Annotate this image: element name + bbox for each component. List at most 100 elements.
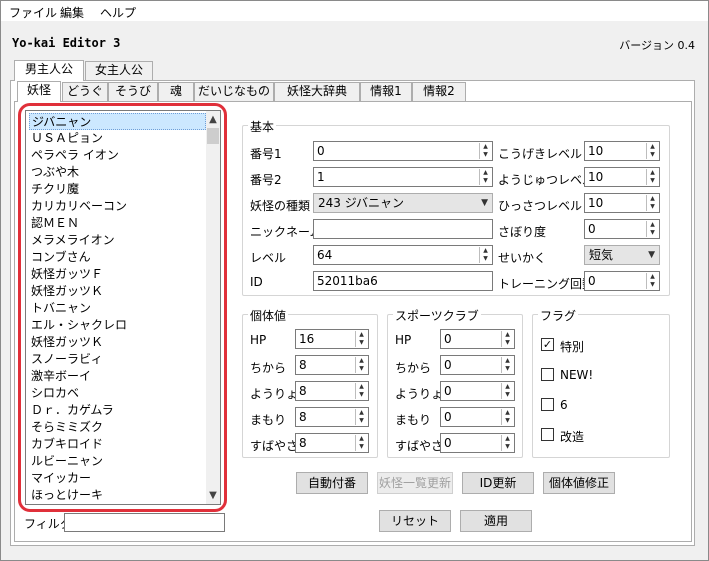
menu-help[interactable]: ヘルプ xyxy=(100,4,136,21)
list-item[interactable]: ほっとけーキ xyxy=(29,487,206,504)
training-stepper[interactable]: 0 ▲ ▼ xyxy=(584,271,660,291)
list-item[interactable]: シロカベ xyxy=(29,385,206,402)
list-item[interactable]: 妖怪ガッツＫ xyxy=(29,283,206,300)
list-item[interactable]: そらミミズク xyxy=(29,419,206,436)
kind-select[interactable]: 243 ジバニャン ▼ xyxy=(313,193,493,213)
tab-items[interactable]: どうぐ xyxy=(62,82,108,101)
sports-str-label: ちから xyxy=(395,361,432,375)
flag-special-checkbox[interactable]: ✓ xyxy=(541,338,554,351)
list-item[interactable]: ジバニャン xyxy=(29,113,206,130)
flag-new-checkbox[interactable] xyxy=(541,368,554,381)
attack-level-stepper[interactable]: 10 ▲ ▼ xyxy=(584,141,660,161)
update-yokai-list-button[interactable]: 妖怪一覧更新 xyxy=(377,472,453,494)
tab-equipment[interactable]: そうび xyxy=(108,82,158,101)
tab-info1[interactable]: 情報1 xyxy=(360,82,412,101)
special-level-stepper[interactable]: 10 ▲ ▼ xyxy=(584,193,660,213)
list-item[interactable]: カブキロイド xyxy=(29,436,206,453)
chevron-down-icon: ▼ xyxy=(648,250,655,260)
list-item[interactable]: 激辛ボーイ xyxy=(29,368,206,385)
spin-icon[interactable]: ▲ ▼ xyxy=(646,273,658,289)
no2-label: 番号2 xyxy=(250,173,282,187)
spin-icon[interactable]: ▲ ▼ xyxy=(479,169,491,185)
sports-hp-label: HP xyxy=(395,333,412,347)
spin-icon[interactable]: ▲ ▼ xyxy=(646,169,658,185)
loaf-stepper[interactable]: 0 ▲ ▼ xyxy=(584,219,660,239)
spin-icon[interactable]: ▲ ▼ xyxy=(479,143,491,159)
no2-stepper[interactable]: 1 ▲ ▼ xyxy=(313,167,493,187)
magic-level-stepper[interactable]: 10 ▲ ▼ xyxy=(584,167,660,187)
level-stepper[interactable]: 64 ▲ ▼ xyxy=(313,245,493,265)
apply-button[interactable]: 適用 xyxy=(460,510,532,532)
list-item[interactable]: 認ＭＥＮ xyxy=(29,215,206,232)
list-item[interactable]: チクリ魔 xyxy=(29,181,206,198)
list-item[interactable]: 妖怪ガッツＫ xyxy=(29,334,206,351)
reset-button[interactable]: リセット xyxy=(379,510,451,532)
spin-icon[interactable]: ▲ ▼ xyxy=(355,409,367,425)
list-item[interactable]: コンブさん xyxy=(29,249,206,266)
scroll-thumb[interactable] xyxy=(207,128,219,144)
menu-edit[interactable]: 編集 xyxy=(60,4,84,21)
spin-icon[interactable]: ▲ ▼ xyxy=(479,247,491,263)
list-item[interactable]: メラメライオン xyxy=(29,232,206,249)
spin-icon[interactable]: ▲ ▼ xyxy=(646,195,658,211)
update-id-button[interactable]: ID更新 xyxy=(462,472,534,494)
version-label: バージョン 0.4 xyxy=(619,39,695,52)
spin-icon[interactable]: ▲ ▼ xyxy=(646,221,658,237)
tab-info2[interactable]: 情報2 xyxy=(412,82,466,101)
nickname-input[interactable] xyxy=(313,219,493,239)
spin-icon[interactable]: ▲ ▼ xyxy=(355,383,367,399)
sports-spr-stepper[interactable]: 0 ▲ ▼ xyxy=(440,381,515,401)
list-item[interactable]: ルビーニャン xyxy=(29,453,206,470)
spin-icon[interactable]: ▲ ▼ xyxy=(501,435,513,451)
tab-male-hero[interactable]: 男主人公 xyxy=(14,60,84,81)
spin-icon[interactable]: ▲ ▼ xyxy=(355,331,367,347)
list-item[interactable]: マイッカー xyxy=(29,470,206,487)
id-input[interactable]: 52011ba6 xyxy=(313,271,493,291)
list-item[interactable]: カリカリベーコン xyxy=(29,198,206,215)
list-item[interactable]: ペラペラ イオン xyxy=(29,147,206,164)
iv-def-stepper[interactable]: 8 ▲ ▼ xyxy=(295,407,369,427)
list-item[interactable]: スノーラビィ xyxy=(29,351,206,368)
flag-6-checkbox[interactable] xyxy=(541,398,554,411)
list-item[interactable]: ＵＳＡピョン xyxy=(29,130,206,147)
iv-hp-stepper[interactable]: 16 ▲ ▼ xyxy=(295,329,369,349)
sports-str-stepper[interactable]: 0 ▲ ▼ xyxy=(440,355,515,375)
tab-key-items[interactable]: だいじなもの xyxy=(194,82,274,101)
nature-select[interactable]: 短気 ▼ xyxy=(584,245,660,265)
level-label: レベル xyxy=(250,251,287,265)
list-scrollbar[interactable]: ▲ ▼ xyxy=(206,111,220,504)
iv-str-stepper[interactable]: 8 ▲ ▼ xyxy=(295,355,369,375)
list-item[interactable]: エル・シャクレロ xyxy=(29,317,206,334)
spin-icon[interactable]: ▲ ▼ xyxy=(501,409,513,425)
scroll-down-icon[interactable]: ▼ xyxy=(206,487,220,504)
iv-spr-stepper[interactable]: 8 ▲ ▼ xyxy=(295,381,369,401)
tab-soul[interactable]: 魂 xyxy=(158,82,194,101)
menu-file[interactable]: ファイル xyxy=(9,4,57,21)
filter-input[interactable] xyxy=(64,513,225,532)
sports-spd-stepper[interactable]: 0 ▲ ▼ xyxy=(440,433,515,453)
scroll-up-icon[interactable]: ▲ xyxy=(206,111,220,128)
list-item[interactable]: トバニャン xyxy=(29,300,206,317)
chevron-down-icon: ▼ xyxy=(481,198,488,208)
fix-iv-button[interactable]: 個体値修正 xyxy=(543,472,615,494)
list-item[interactable]: Ｄｒ．カゲムラ xyxy=(29,402,206,419)
spin-icon[interactable]: ▲ ▼ xyxy=(355,435,367,451)
list-item[interactable]: つぶや木 xyxy=(29,164,206,181)
tab-yokai[interactable]: 妖怪 xyxy=(17,81,61,102)
sports-hp-stepper[interactable]: 0 ▲ ▼ xyxy=(440,329,515,349)
yokai-listbox[interactable]: ジバニャン ＵＳＡピョン ペラペラ イオン つぶや木 チクリ魔 カリカリベーコン… xyxy=(25,110,221,505)
tab-yokai-encyclopedia[interactable]: 妖怪大辞典 xyxy=(274,82,360,101)
tab-female-hero[interactable]: 女主人公 xyxy=(85,61,153,80)
magic-level-label: ようじゅつレベル xyxy=(498,173,595,187)
list-item[interactable]: 妖怪ガッツＦ xyxy=(29,266,206,283)
spin-icon[interactable]: ▲ ▼ xyxy=(355,357,367,373)
sports-def-stepper[interactable]: 0 ▲ ▼ xyxy=(440,407,515,427)
iv-spd-stepper[interactable]: 8 ▲ ▼ xyxy=(295,433,369,453)
spin-icon[interactable]: ▲ ▼ xyxy=(501,383,513,399)
spin-icon[interactable]: ▲ ▼ xyxy=(501,357,513,373)
no1-stepper[interactable]: 0 ▲ ▼ xyxy=(313,141,493,161)
spin-icon[interactable]: ▲ ▼ xyxy=(646,143,658,159)
flag-modified-checkbox[interactable] xyxy=(541,428,554,441)
spin-icon[interactable]: ▲ ▼ xyxy=(501,331,513,347)
auto-number-button[interactable]: 自動付番 xyxy=(296,472,368,494)
